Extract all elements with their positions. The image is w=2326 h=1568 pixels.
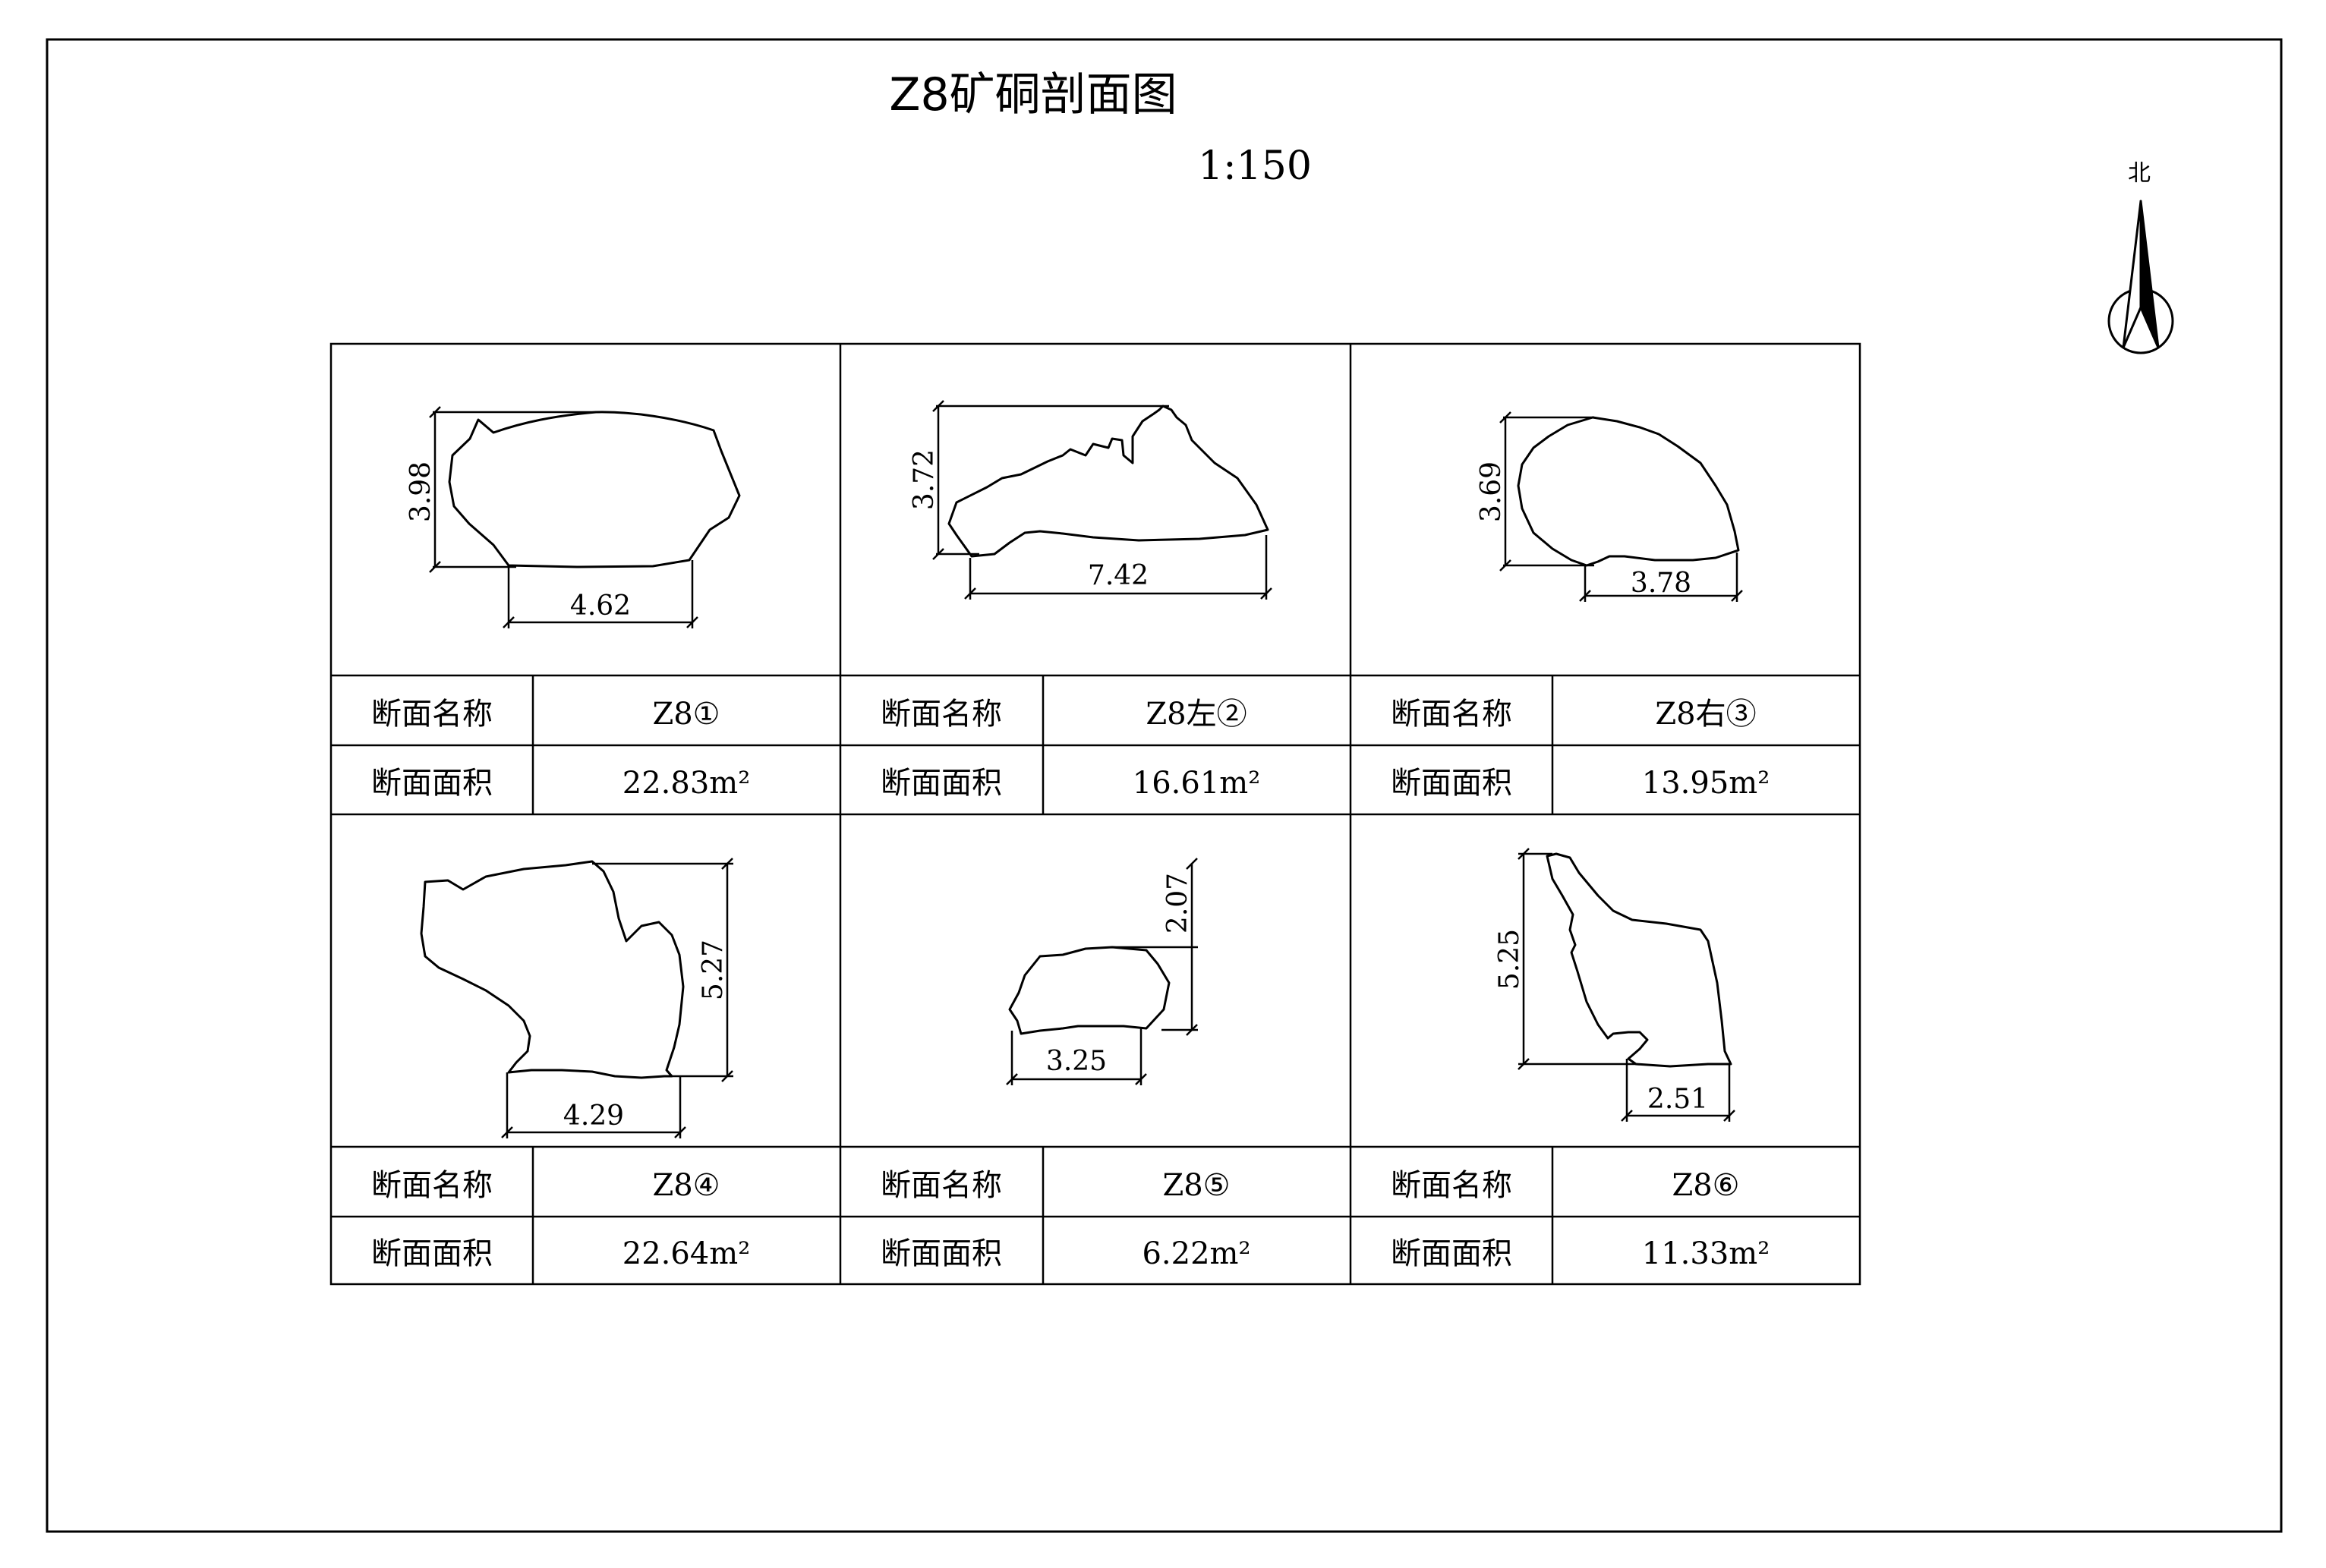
section-name: Z8④ [652,1168,720,1203]
dimension-width: 2.51 [1621,1059,1735,1122]
section-outline [1517,416,1740,567]
width-value: 4.62 [570,590,631,622]
dimension-height: 3.98 [405,406,600,573]
section-info-1: 断面名称 Z8① 断面面积 22.83m² [371,697,750,801]
area-label: 断面面积 [371,766,493,801]
name-label: 断面名称 [881,697,1002,732]
section-drawing-2: 3.72 7.42 [909,400,1272,600]
dimension-width: 4.29 [501,1072,686,1138]
section-outline [1546,852,1732,1068]
section-drawing-1: 3.98 4.62 [405,406,741,628]
dimension-width: 4.62 [503,560,698,628]
section-outline [1008,946,1171,1035]
section-name: Z8右③ [1655,697,1756,732]
section-outline [420,860,685,1079]
dimension-height: 3.72 [909,400,1169,560]
name-label: 断面名称 [1391,1168,1512,1203]
north-label: 北 [2128,160,2151,187]
name-label: 断面名称 [1391,697,1512,732]
section-area: 22.64m² [622,1236,750,1271]
section-name: Z8⑥ [1672,1168,1739,1203]
area-label: 断面面积 [1391,1236,1512,1271]
section-area: 6.22m² [1142,1236,1250,1271]
dimension-width: 7.42 [964,535,1272,600]
section-table [329,342,1861,1286]
height-value: 2.07 [1162,873,1193,934]
width-value: 3.25 [1046,1046,1107,1077]
drawing-sheet: Z8矿硐剖面图 1:150 北 断面名称 Z8① 断面面积 22.83m² 断面… [46,38,2283,1533]
width-value: 3.78 [1631,568,1691,599]
dimension-width: 3.25 [1006,1028,1147,1085]
dimension-height: 5.25 [1494,848,1636,1070]
section-area: 13.95m² [1642,766,1770,801]
section-name: Z8① [652,697,720,732]
area-label: 断面面积 [881,1236,1002,1271]
drawing-title: Z8矿硐剖面图 [889,68,1177,121]
dimension-height: 3.69 [1476,411,1594,571]
section-info-5: 断面名称 Z8⑤ 断面面积 6.22m² [881,1168,1251,1271]
section-name: Z8左② [1146,697,1247,732]
section-info-3: 断面名称 Z8右③ 断面面积 13.95m² [1391,697,1770,801]
area-label: 断面面积 [881,766,1002,801]
name-label: 断面名称 [881,1168,1002,1203]
section-drawing-3: 3.69 3.78 [1476,411,1743,602]
area-label: 断面面积 [371,1236,493,1271]
north-arrow-icon: 北 [2107,160,2174,354]
name-label: 断面名称 [371,697,493,732]
section-outline [947,405,1269,558]
height-value: 3.98 [405,461,437,522]
section-outline [448,411,741,568]
section-info-2: 断面名称 Z8左② 断面面积 16.61m² [881,697,1260,801]
section-area: 11.33m² [1642,1236,1770,1271]
section-info-6: 断面名称 Z8⑥ 断面面积 11.33m² [1391,1168,1770,1271]
height-value: 5.27 [698,940,729,1000]
width-value: 2.51 [1647,1084,1708,1115]
section-drawing-5: 2.07 3.25 [1006,858,1198,1085]
section-drawing-6: 5.25 2.51 [1494,848,1735,1122]
height-value: 3.69 [1476,461,1507,522]
area-label: 断面面积 [1391,766,1512,801]
section-area: 22.83m² [622,766,750,801]
name-label: 断面名称 [371,1168,493,1203]
section-info-4: 断面名称 Z8④ 断面面积 22.64m² [371,1168,750,1271]
section-name: Z8⑤ [1162,1168,1230,1203]
height-value: 5.25 [1494,929,1525,990]
drawing-scale: 1:150 [1198,143,1312,189]
section-area: 16.61m² [1133,766,1260,801]
width-value: 4.29 [563,1100,624,1132]
height-value: 3.72 [909,449,940,510]
section-drawing-4: 5.27 4.29 [420,858,733,1138]
dimension-height: 2.07 [1112,858,1198,1036]
width-value: 7.42 [1088,560,1149,591]
